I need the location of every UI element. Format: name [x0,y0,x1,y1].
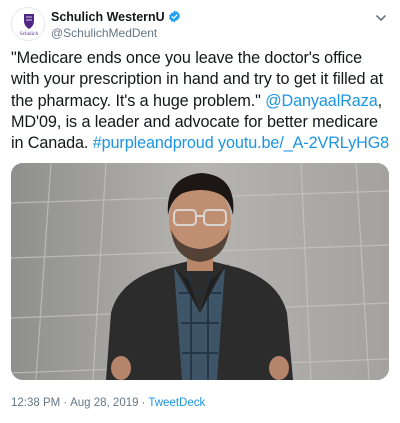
tweet-source-link[interactable]: TweetDeck [148,397,205,409]
display-name[interactable]: Schulich WesternU [51,10,165,24]
tweet-text: "Medicare ends once you leave the doctor… [11,48,391,154]
tweet-time[interactable]: 12:38 PM [11,397,60,409]
avatar-wordmark: Schulich [20,31,39,37]
youtube-link[interactable]: youtu.be/_A-2VRLyHG8 [218,134,389,152]
tweet-header: Schulich Schulich WesternU @SchulichMedD… [11,7,389,43]
chevron-down-icon[interactable] [375,11,387,23]
tweet-date[interactable]: Aug 28, 2019 [70,397,138,409]
tweet-photo[interactable] [11,163,389,380]
tweet-card: Schulich Schulich WesternU @SchulichMedD… [0,0,400,423]
meta-separator: · [141,397,146,409]
meta-separator: · [63,397,68,409]
avatar[interactable]: Schulich [11,7,45,41]
tweet-meta: 12:38 PM · Aug 28, 2019 · TweetDeck [11,397,205,409]
hashtag-link[interactable]: #purpleandproud [93,134,214,152]
mention-link[interactable]: @DanyaalRaza [265,92,378,110]
verified-badge-icon [168,10,181,23]
account-names: Schulich WesternU @SchulichMedDent [51,9,181,40]
account-handle[interactable]: @SchulichMedDent [51,26,181,40]
